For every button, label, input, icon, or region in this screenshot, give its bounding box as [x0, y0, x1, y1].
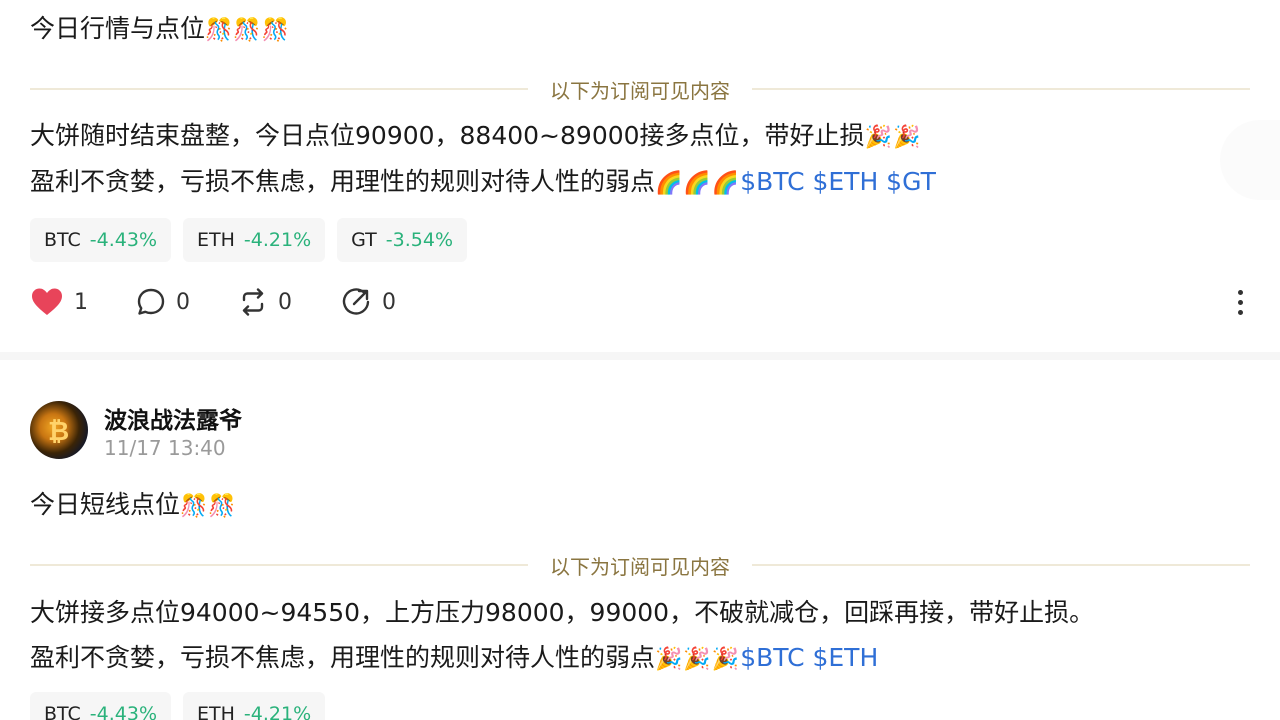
more-dots-icon [1237, 310, 1243, 315]
repost-count: 0 [278, 289, 292, 315]
divider-rule [30, 88, 528, 90]
like-count: 1 [74, 289, 88, 315]
author-avatar[interactable]: ₿ [30, 401, 88, 459]
more-dots-icon [1237, 290, 1243, 295]
comment-count: 0 [176, 289, 190, 315]
post-body-line: 大饼随时结束盘整，今日点位90900，88400~89000接多点位，带好止损🎉… [30, 119, 921, 155]
chip-change: -4.21% [243, 229, 312, 251]
post-body-text: 盈利不贪婪，亏损不焦虑，用理性的规则对待人性的弱点 [30, 643, 656, 672]
post-body-text: 大饼接多点位94000~94550，上方压力98000，99000，不破就减仓，… [30, 598, 1095, 627]
share-button[interactable]: 0 [340, 286, 396, 318]
ticker-chips: BTC -4.43% ETH -4.21% [30, 692, 326, 720]
more-options-button[interactable] [1230, 290, 1250, 315]
floating-handle[interactable] [1220, 120, 1280, 200]
post-timestamp: 11/17 13:40 [104, 436, 226, 460]
post-title-text: 今日行情与点位 [30, 14, 206, 43]
chip-symbol: BTC [44, 229, 81, 251]
subscription-divider: 以下为订阅可见内容 [30, 79, 1250, 103]
repost-icon [242, 288, 264, 316]
post-body-line: 盈利不贪婪，亏损不焦虑，用理性的规则对待人性的弱点🌈🌈🌈$BTC $ETH $G… [30, 165, 936, 201]
chip-change: -3.54% [385, 229, 454, 251]
ticker-links[interactable]: $BTC $ETH [740, 643, 878, 672]
chip-change: -4.43% [89, 229, 158, 251]
chip-symbol: ETH [197, 229, 235, 251]
ticker-chip-eth[interactable]: ETH -4.21% [183, 218, 326, 262]
post-separator [0, 352, 1280, 360]
chip-change: -4.43% [89, 703, 158, 720]
party-popper-emoji-icon: 🎉🎉🎉 [655, 647, 741, 672]
post-body-text: 盈利不贪婪，亏损不焦虑，用理性的规则对待人性的弱点 [30, 167, 656, 196]
party-popper-emoji-icon: 🎉🎉 [864, 125, 922, 150]
share-icon [342, 288, 370, 315]
confetti-emoji-icon: 🎊🎊🎊 [205, 18, 291, 43]
post-title: 今日短线点位🎊🎊 [30, 488, 237, 524]
chip-symbol: GT [351, 229, 377, 251]
chip-symbol: BTC [44, 703, 81, 720]
like-button[interactable]: 1 [30, 287, 88, 317]
post-title-text: 今日短线点位 [30, 490, 181, 519]
repost-button[interactable]: 0 [238, 287, 292, 317]
ticker-links[interactable]: $BTC $ETH $GT [740, 167, 936, 196]
share-count: 0 [382, 289, 396, 315]
chip-change: -4.21% [243, 703, 312, 720]
divider-label: 以下为订阅可见内容 [550, 554, 730, 579]
post-body-text: 大饼随时结束盘整，今日点位90900，88400~89000接多点位，带好止损 [30, 121, 865, 150]
confetti-emoji-icon: 🎊🎊 [180, 494, 237, 519]
feed: 今日行情与点位🎊🎊🎊 以下为订阅可见内容 大饼随时结束盘整，今日点位90900，… [0, 0, 1280, 720]
post-actions: 1 0 0 0 [30, 286, 444, 318]
post-body-line: 盈利不贪婪，亏损不焦虑，用理性的规则对待人性的弱点🎉🎉🎉$BTC $ETH [30, 641, 878, 677]
comment-button[interactable]: 0 [136, 287, 190, 317]
heart-icon [32, 288, 62, 315]
more-dots-icon [1237, 300, 1243, 305]
bitcoin-logo-icon: ₿ [48, 417, 70, 447]
ticker-chip-btc[interactable]: BTC -4.43% [30, 692, 172, 720]
divider-label: 以下为订阅可见内容 [550, 78, 730, 103]
post-body-line: 大饼接多点位94000~94550，上方压力98000，99000，不破就减仓，… [30, 596, 1094, 630]
author-name[interactable]: 波浪战法露爷 [104, 401, 242, 435]
post-title: 今日行情与点位🎊🎊🎊 [30, 12, 290, 48]
ticker-chip-eth[interactable]: ETH -4.21% [183, 692, 326, 720]
subscription-divider: 以下为订阅可见内容 [30, 555, 1250, 579]
rainbow-emoji-icon: 🌈🌈🌈 [655, 171, 741, 196]
ticker-chips: BTC -4.43% ETH -4.21% GT -3.54% [30, 218, 468, 262]
chip-symbol: ETH [197, 703, 235, 720]
ticker-chip-btc[interactable]: BTC -4.43% [30, 218, 172, 262]
divider-rule [752, 88, 1250, 90]
ticker-chip-gt[interactable]: GT -3.54% [337, 218, 468, 262]
divider-rule [30, 564, 528, 566]
comment-icon [137, 288, 165, 315]
divider-rule [752, 564, 1250, 566]
